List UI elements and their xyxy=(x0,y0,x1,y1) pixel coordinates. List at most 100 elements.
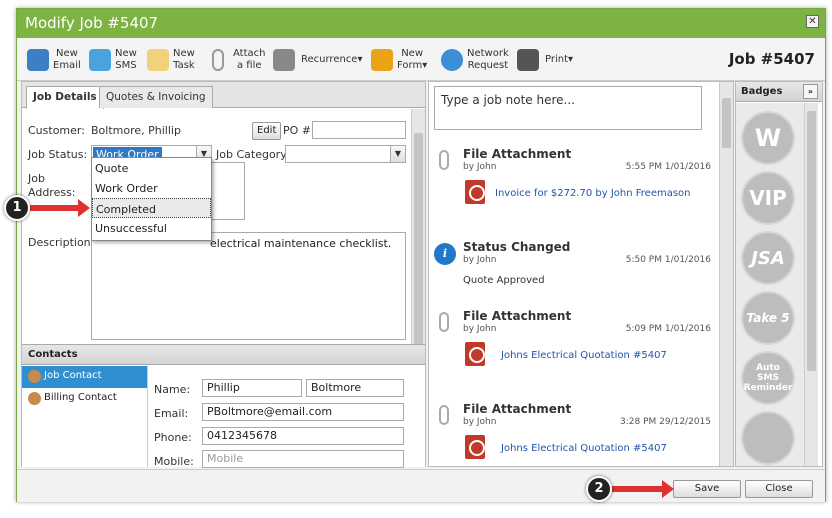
job-details-panel: Job Details Quotes & Invoicing Customer:… xyxy=(21,81,426,468)
notes-scrollbar[interactable] xyxy=(719,82,733,466)
save-button[interactable]: Save xyxy=(673,480,741,498)
first-name-input[interactable]: Phillip xyxy=(202,379,302,397)
note-event: File Attachment by John 5:09 PM 1/01/201… xyxy=(429,306,719,394)
status-option-quote[interactable]: Quote xyxy=(92,158,211,178)
scrollbar-thumb[interactable] xyxy=(807,111,816,371)
customer-label: Customer: xyxy=(28,124,85,137)
event-title: File Attachment xyxy=(463,309,572,323)
contacts-nav: Job Contact Billing Contact xyxy=(22,366,148,467)
badge-auto-sms-reminder[interactable]: Auto SMS Reminder xyxy=(741,351,795,405)
close-button[interactable]: Close xyxy=(745,480,813,498)
email-field[interactable]: PBoltmore@email.com xyxy=(202,403,404,421)
new-email-button[interactable]: New Email xyxy=(27,45,87,75)
status-option-unsuccessful[interactable]: Unsuccessful xyxy=(92,218,211,238)
window-titlebar: Modify Job #5407 ✕ xyxy=(17,9,825,38)
badge-vip[interactable]: VIP xyxy=(741,171,795,225)
event-time: 3:28 PM 29/12/2015 xyxy=(620,417,711,427)
paperclip-icon xyxy=(439,150,449,170)
attachment-link[interactable]: Invoice for $272.70 by John Freemason xyxy=(495,188,691,199)
attachment-link[interactable]: Johns Electrical Quotation #5407 xyxy=(501,350,667,361)
scrollbar-thumb[interactable] xyxy=(722,98,731,148)
badge-take-5[interactable]: Take 5 xyxy=(741,291,795,345)
new-sms-button[interactable]: New SMS xyxy=(89,45,144,75)
event-body: Quote Approved xyxy=(463,275,545,286)
phone-field[interactable]: 0412345678 xyxy=(202,427,404,445)
annotation-arrow-2 xyxy=(612,480,674,498)
event-title: File Attachment xyxy=(463,402,572,416)
recurrence-button[interactable]: Recurrence▾ xyxy=(273,45,365,75)
new-task-label-1: New xyxy=(173,48,195,59)
job-category-select[interactable]: ▼ xyxy=(285,145,406,163)
job-address-label-2: Address: xyxy=(28,186,76,199)
contact-nav-job-contact[interactable]: Job Contact xyxy=(22,366,147,388)
paperclip-icon xyxy=(212,49,224,71)
recurrence-label: Recurrence xyxy=(301,54,358,65)
job-status-label: Job Status: xyxy=(28,148,88,161)
expand-icon[interactable]: » xyxy=(803,84,818,99)
badges-title: Badges xyxy=(741,86,783,97)
callout-1: 1 xyxy=(4,195,30,221)
event-author: by John xyxy=(463,255,497,265)
contacts-header: Contacts xyxy=(22,345,425,365)
form-icon xyxy=(371,49,393,71)
last-name-input[interactable]: Boltmore xyxy=(306,379,404,397)
close-icon[interactable]: ✕ xyxy=(806,15,819,28)
new-form-button[interactable]: New Form▾ xyxy=(371,45,433,75)
job-address-label: Job Address: xyxy=(28,172,76,200)
network-request-button[interactable]: Network Request xyxy=(441,45,513,75)
annotation-arrow-1 xyxy=(30,199,90,217)
event-time: 5:50 PM 1/01/2016 xyxy=(625,255,711,265)
network-label-1: Network xyxy=(467,48,509,59)
chevron-down-icon: ▾ xyxy=(568,54,574,65)
pdf-icon xyxy=(465,342,485,366)
info-icon: i xyxy=(434,243,456,265)
toolbar: New Email New SMS New Task Attach a file Rec… xyxy=(17,39,825,81)
contacts-section: Contacts Job Contact Billing Contact Nam… xyxy=(22,344,425,468)
callout-2: 2 xyxy=(586,476,612,502)
event-time: 5:55 PM 1/01/2016 xyxy=(625,162,711,172)
print-button[interactable]: Print▾ xyxy=(517,45,579,75)
job-category-label: Job Category xyxy=(216,148,287,161)
window-title: Modify Job #5407 xyxy=(25,14,159,32)
attach-label-1: Attach xyxy=(233,48,266,59)
task-icon xyxy=(147,49,169,71)
customer-value: Boltmore, Phillip xyxy=(91,124,181,137)
tab-quotes-invoicing[interactable]: Quotes & Invoicing xyxy=(99,86,213,108)
job-note-input[interactable]: Type a job note here... xyxy=(434,86,702,130)
tab-job-details[interactable]: Job Details xyxy=(26,86,104,109)
new-form-label-1: New xyxy=(401,48,424,59)
printer-icon xyxy=(517,49,539,71)
attach-file-button[interactable]: Attach a file xyxy=(207,45,269,75)
pdf-icon xyxy=(465,435,485,459)
new-task-button[interactable]: New Task xyxy=(147,45,202,75)
mobile-field[interactable]: Mobile xyxy=(202,450,404,468)
note-event: File Attachment by John 5:55 PM 1/01/201… xyxy=(429,144,719,232)
recurrence-icon xyxy=(273,49,295,71)
modify-job-window: Modify Job #5407 ✕ New Email New SMS New Ta… xyxy=(16,8,826,502)
badge-jsa[interactable]: JSA xyxy=(741,231,795,285)
chevron-down-icon[interactable]: ▼ xyxy=(390,146,405,162)
po-input[interactable] xyxy=(312,121,406,139)
print-label: Print xyxy=(545,54,569,65)
event-author: by John xyxy=(463,324,497,334)
chevron-down-icon: ▾ xyxy=(422,60,428,71)
job-number-title: Job #5407 xyxy=(728,50,815,68)
new-sms-label-2: SMS xyxy=(115,60,137,71)
job-address-label-1: Job xyxy=(28,172,45,185)
contact-nav-billing-contact[interactable]: Billing Contact xyxy=(22,388,147,410)
description-input[interactable]: electrical maintenance checklist. xyxy=(91,232,406,340)
edit-customer-button[interactable]: Edit xyxy=(252,122,282,140)
tab-bar: Job Details Quotes & Invoicing xyxy=(22,82,425,109)
status-option-work-order[interactable]: Work Order xyxy=(92,178,211,198)
name-label: Name: xyxy=(154,383,191,396)
note-event: File Attachment by John 3:28 PM 29/12/20… xyxy=(429,399,719,465)
status-option-completed[interactable]: Completed xyxy=(92,198,211,218)
email-label: Email: xyxy=(154,407,189,420)
badge-people-icon[interactable] xyxy=(741,411,795,465)
attachment-link[interactable]: Johns Electrical Quotation #5407 xyxy=(501,443,667,454)
event-time: 5:09 PM 1/01/2016 xyxy=(625,324,711,334)
badge-w[interactable]: W xyxy=(741,111,795,165)
badges-scrollbar[interactable] xyxy=(804,103,818,466)
new-form-label-2: Form xyxy=(397,60,423,71)
badges-panel: Badges » W VIP JSA Take 5 Auto SMS Remin… xyxy=(735,81,823,467)
